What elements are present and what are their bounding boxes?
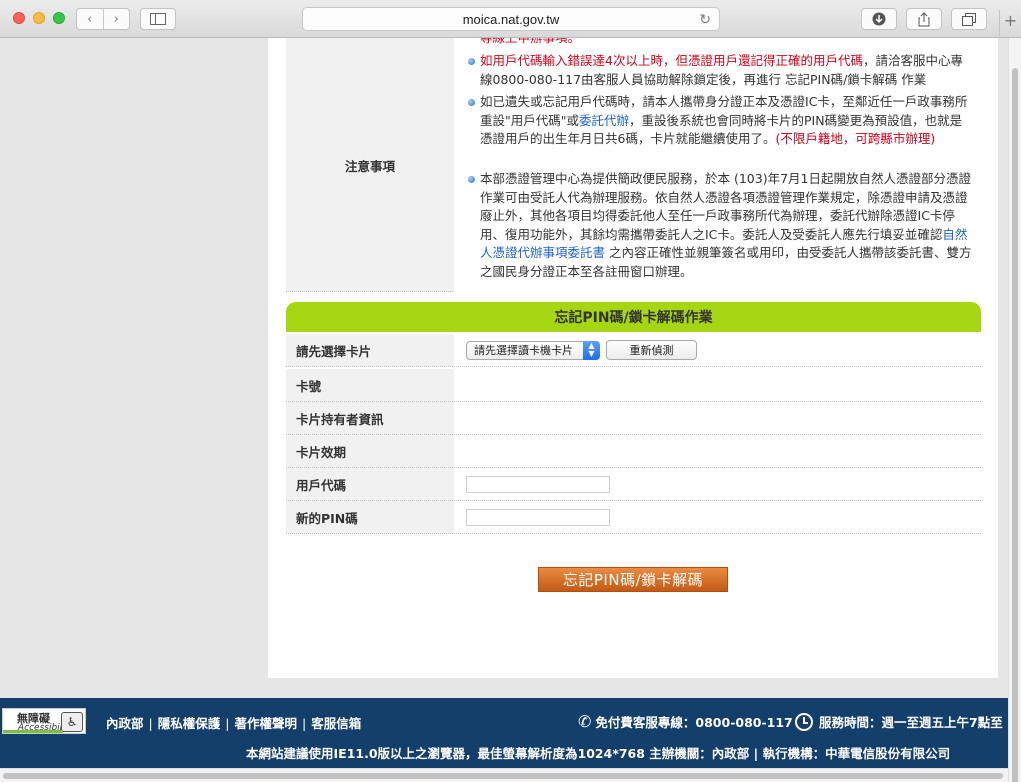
footer-link-moi[interactable]: 內政部	[106, 716, 144, 731]
chevron-left-icon: ‹	[87, 11, 93, 27]
notice-item-3: 本部憑證管理中心為提供簡政便民服務，於本 (103)年7月1日起開放自然人憑證部…	[468, 170, 973, 282]
card-expiry-label: 卡片效期	[286, 435, 454, 467]
share-button[interactable]	[906, 8, 942, 30]
footer-link-support-email[interactable]: 客服信箱	[311, 716, 361, 731]
site-footer: 無障礙 Accessibility ♿ 內政部 | 隱私權保護 | 著作權聲明 | 客服信箱…	[0, 698, 1008, 768]
browser-toolbar: ‹ › moica.nat.gov.tw ↻ +	[0, 0, 1021, 38]
row-user-code: 用戶代碼	[286, 468, 981, 501]
tabs-icon	[962, 12, 976, 26]
delegate-link[interactable]: 委託代辦	[579, 113, 629, 128]
notice-item-1-red: 如用戶代碼輸入錯誤達4次以上時，但憑證用戶還記得正確的用戶代碼	[480, 53, 863, 68]
address-bar[interactable]: moica.nat.gov.tw ↻	[302, 7, 720, 31]
submit-unlock-button[interactable]: 忘記PIN碼/鎖卡解碼	[538, 567, 728, 592]
download-icon	[872, 12, 886, 26]
user-code-label: 用戶代碼	[286, 468, 454, 500]
vertical-scroll-thumb[interactable]	[1012, 68, 1018, 782]
row-card-holder: 卡片持有者資訊	[286, 402, 981, 435]
chevron-right-icon: ›	[113, 11, 119, 27]
footer-hotline: ✆ 免付費客服專線：0800-080-117	[578, 712, 793, 731]
horizontal-scroll-thumb[interactable]	[3, 773, 1003, 779]
card-reader-select-value: 請先選擇讀卡機卡片	[474, 344, 573, 357]
reload-icon[interactable]: ↻	[699, 11, 711, 28]
row-card-expiry: 卡片效期	[286, 435, 981, 468]
minimize-window-button[interactable]	[33, 12, 45, 24]
select-card-label: 請先選擇卡片	[286, 334, 454, 366]
select-arrows-icon: ▲ ▼	[583, 340, 600, 360]
notice-item-1: 如用戶代碼輸入錯誤達4次以上時，但憑證用戶還記得正確的用戶代碼，請洽客服中心專線…	[468, 52, 973, 89]
share-icon	[918, 11, 930, 26]
forward-button[interactable]: ›	[102, 9, 130, 29]
horizontal-scrollbar[interactable]	[0, 768, 1008, 782]
plus-icon: +	[1003, 11, 1018, 30]
footer-links: 內政部 | 隱私權保護 | 著作權聲明 | 客服信箱	[106, 716, 362, 731]
url-text: moica.nat.gov.tw	[462, 11, 560, 27]
downloads-button[interactable]	[861, 8, 897, 30]
form-section-title: 忘記PIN碼/鎖卡解碼作業	[286, 302, 981, 332]
service-hours-text: 服務時間：週一至週五上午7點至	[819, 715, 1003, 730]
new-pin-input[interactable]	[466, 508, 610, 526]
card-expiry-value	[454, 435, 981, 467]
card-holder-label: 卡片持有者資訊	[286, 402, 454, 434]
notice-label: 注意事項	[344, 158, 395, 174]
clock-icon	[795, 712, 813, 731]
sidebar-toggle-button[interactable]	[140, 8, 176, 30]
accessibility-bar	[3, 730, 63, 733]
notice-item-2: 如已遺失或忘記用戶代碼時，請本人攜帶身分證正本及憑證IC卡，至鄰近任一戶政事務所…	[468, 93, 973, 149]
row-card-number: 卡號	[286, 369, 981, 402]
accessibility-badge[interactable]: 無障礙 Accessibility ♿	[2, 708, 86, 734]
footer-link-privacy[interactable]: 隱私權保護	[158, 716, 221, 731]
zoom-window-button[interactable]	[53, 12, 65, 24]
row-select-card: 請先選擇卡片 請先選擇讀卡機卡片 ▲ ▼ 重新偵測	[286, 334, 981, 367]
close-window-button[interactable]	[13, 12, 25, 24]
notice-body: 專線上申辦事項。 如用戶代碼輸入錯誤達4次以上時，但憑證用戶還記得正確的用戶代碼…	[454, 38, 981, 292]
user-code-input[interactable]	[466, 475, 610, 493]
notice-item-3-text-a: 本部憑證管理中心為提供簡政便民服務，於本 (103)年7月1日起開放自然人憑證部…	[480, 171, 971, 242]
footer-service-hours: 服務時間：週一至週五上午7點至	[795, 712, 1008, 731]
tabs-overview-button[interactable]	[951, 8, 987, 30]
back-button[interactable]: ‹	[77, 9, 103, 29]
footer-site-info: 本網站建議使用IE11.0版以上之瀏覽器，最佳螢幕解析度為1024*768 主辦…	[246, 746, 951, 761]
notice-section: 注意事項 專線上申辦事項。 如用戶代碼輸入錯誤達4次以上時，但憑證用戶還記得正確…	[286, 38, 981, 292]
new-tab-button[interactable]: +	[999, 10, 1021, 36]
clipped-notice-line: 專線上申辦事項。	[480, 38, 580, 48]
row-new-pin: 新的PIN碼	[286, 501, 981, 534]
card-number-value	[454, 369, 981, 401]
phone-icon: ✆	[578, 712, 592, 731]
notice-item-2-red: (不限戶籍地，可跨縣市辦理)	[775, 131, 936, 147]
page-margin-left	[0, 38, 268, 698]
vertical-scrollbar[interactable]	[1008, 38, 1021, 782]
card-holder-value	[454, 402, 981, 434]
card-number-label: 卡號	[286, 369, 454, 401]
redetect-button[interactable]: 重新偵測	[606, 340, 697, 360]
card-reader-select[interactable]: 請先選擇讀卡機卡片 ▲ ▼	[466, 340, 600, 360]
footer-link-copyright[interactable]: 著作權聲明	[234, 716, 297, 731]
new-pin-label: 新的PIN碼	[286, 501, 454, 533]
nav-buttons: ‹ ›	[76, 8, 130, 30]
accessibility-icon: ♿	[61, 712, 83, 732]
hotline-text: 免付費客服專線：0800-080-117	[595, 715, 793, 730]
sidebar-icon	[150, 13, 166, 25]
